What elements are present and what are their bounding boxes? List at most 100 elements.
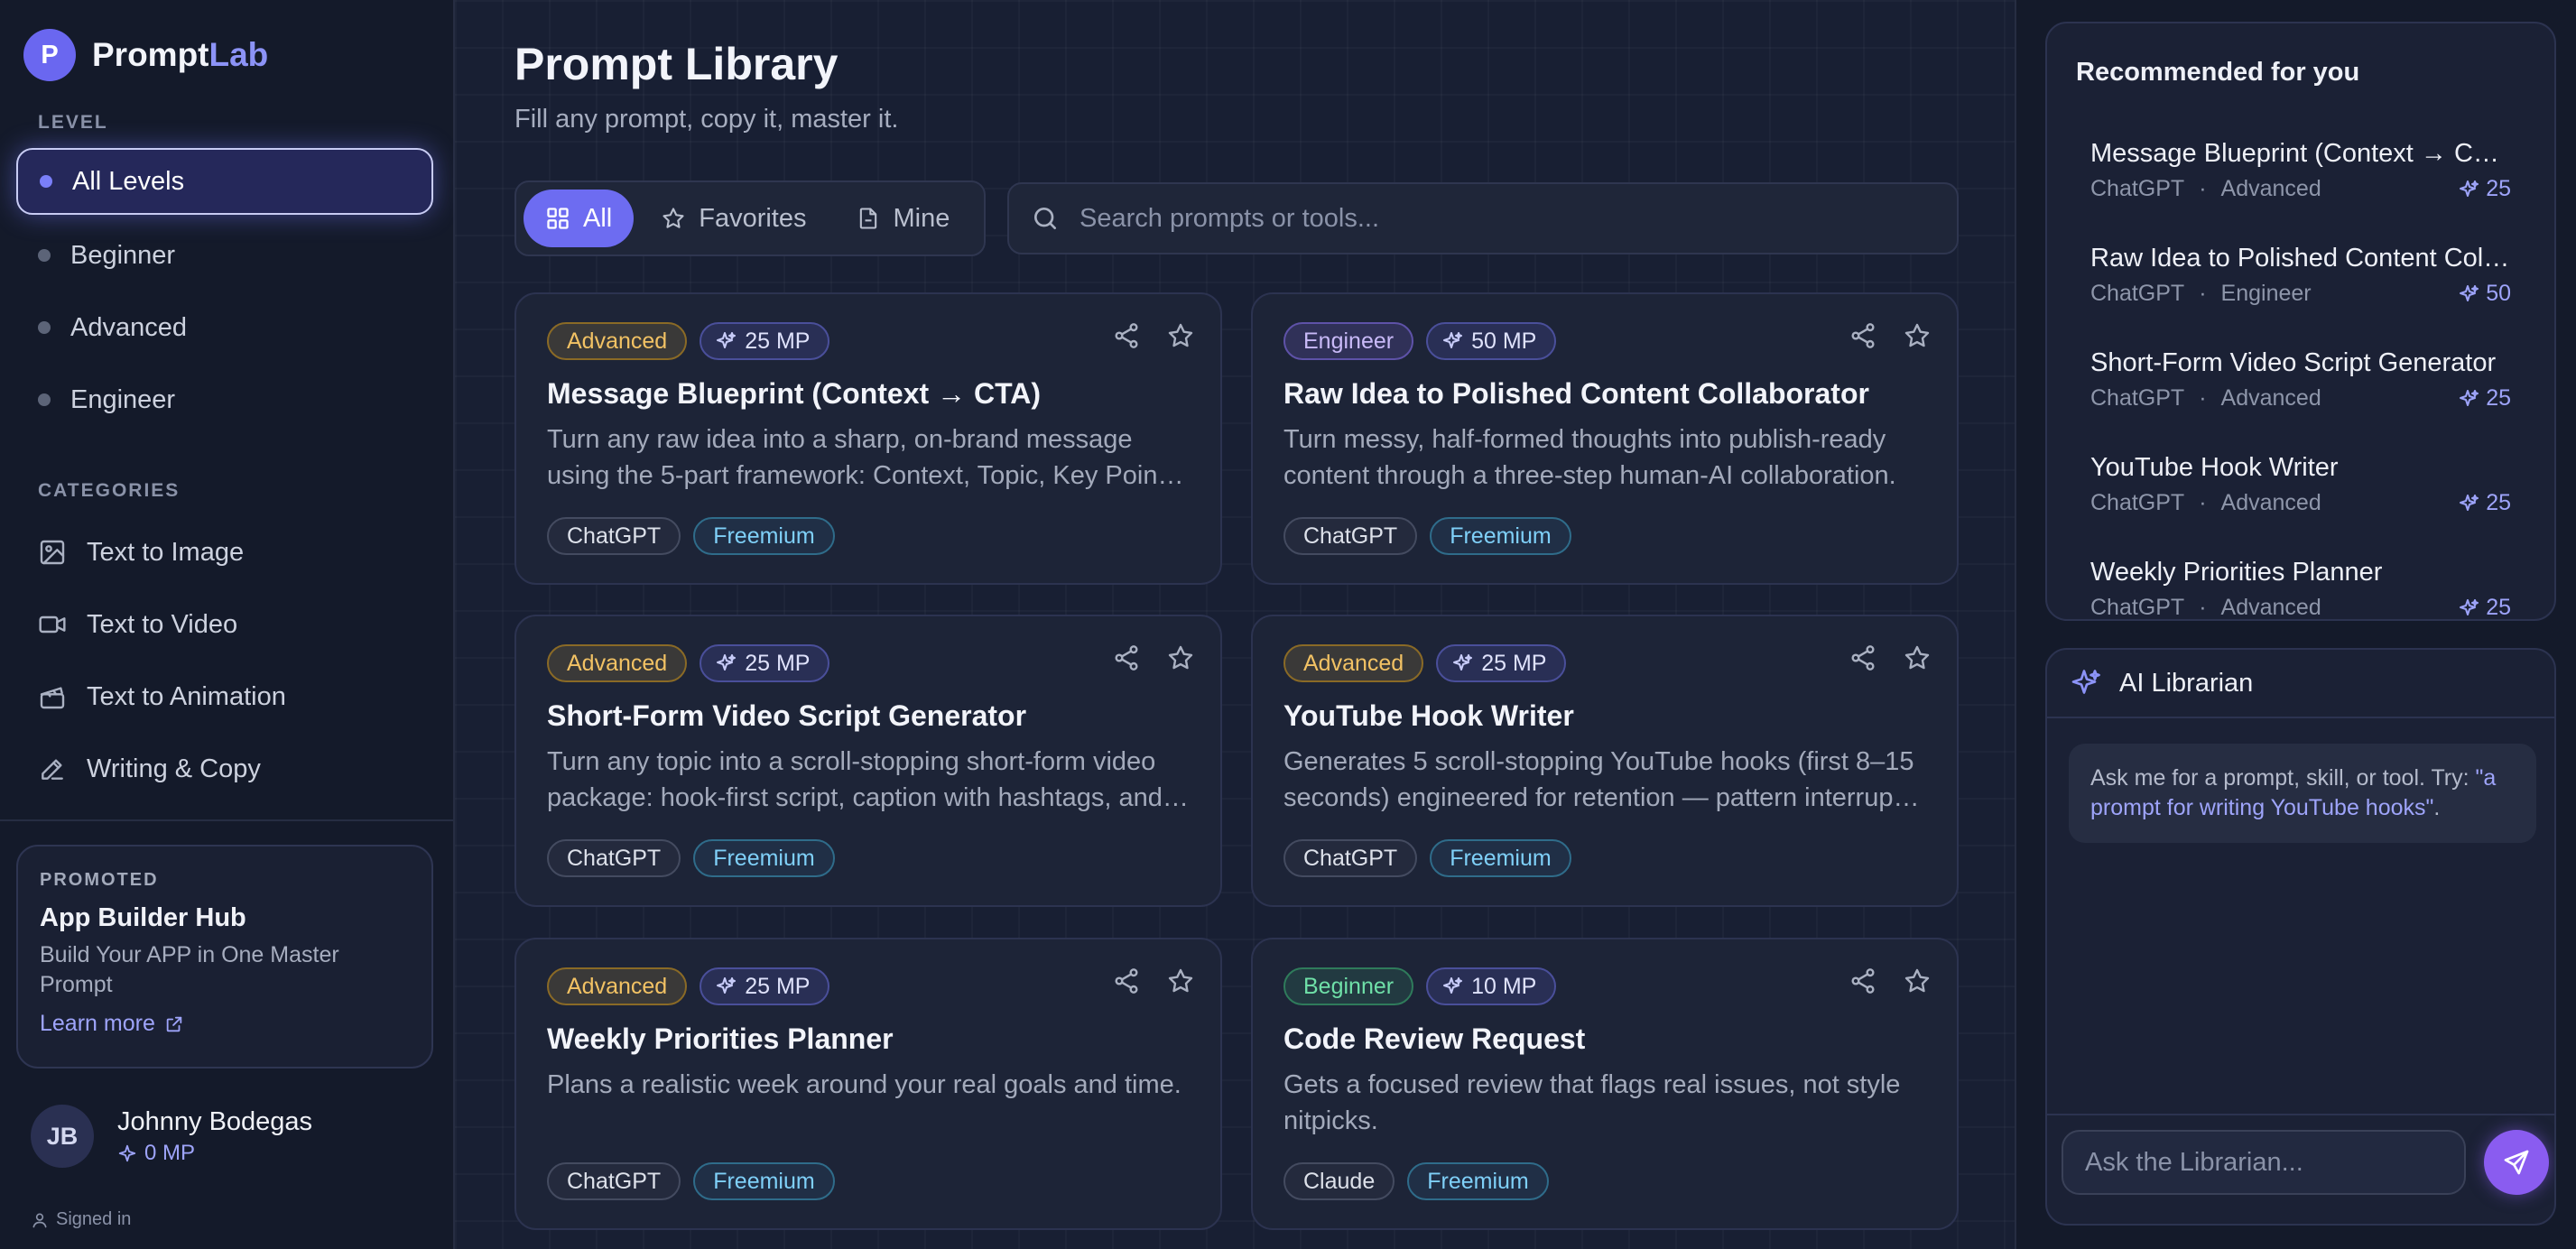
brand-logo: P — [23, 29, 76, 81]
librarian-input[interactable]: Ask the Librarian... — [2062, 1130, 2466, 1195]
card-title: Code Review Request — [1283, 1022, 1586, 1055]
sparkles-icon — [2459, 597, 2480, 619]
brand[interactable]: P PromptLab — [23, 29, 268, 81]
tab-mine[interactable]: Mine — [834, 190, 972, 247]
tool-tag: ChatGPT — [547, 1162, 681, 1200]
sparkles-icon — [2459, 388, 2480, 410]
recommended-item[interactable]: YouTube Hook Writer ChatGPT · Advanced 25 — [2090, 453, 2511, 516]
prompt-card[interactable]: Engineer 50 MP Raw Idea to Polished Conten… — [1251, 292, 1959, 585]
recommended-item-title: Message Blueprint (Context → CTA) — [2090, 139, 2511, 168]
sidebar-divider — [0, 819, 453, 821]
librarian-header: AI Librarian — [2047, 650, 2554, 718]
pricing-tag: Freemium — [1430, 517, 1571, 555]
level-badge: Advanced — [1283, 644, 1424, 682]
favorite-star-icon[interactable] — [1166, 643, 1195, 672]
card-badges: Advanced 25 MP — [547, 321, 1190, 361]
share-icon[interactable] — [1112, 643, 1141, 672]
mp-value: 25 — [2459, 595, 2511, 619]
prompt-card[interactable]: Advanced 25 MP Message Blueprint (Context … — [514, 292, 1222, 585]
tool-tag: ChatGPT — [1283, 839, 1418, 877]
promo-description: Build Your APP in One Master Prompt — [40, 942, 339, 997]
card-description: Plans a realistic week around your real … — [547, 1070, 1181, 1099]
sparkles-icon — [716, 330, 737, 352]
favorite-star-icon[interactable] — [1166, 967, 1195, 995]
recommended-item[interactable]: Short-Form Video Script Generator ChatGPT… — [2090, 348, 2511, 412]
share-icon[interactable] — [1849, 967, 1877, 995]
level-badge: Advanced — [547, 967, 688, 1005]
favorite-star-icon[interactable] — [1166, 321, 1195, 350]
file-icon — [856, 206, 881, 231]
mp-badge: 25 MP — [700, 967, 830, 1005]
recommended-title: Recommended for you — [2076, 58, 2360, 87]
recommended-item-title: Weekly Priorities Planner — [2090, 558, 2383, 587]
category-text-to-animation[interactable]: Text to Animation — [38, 670, 286, 724]
favorite-star-icon[interactable] — [1903, 643, 1932, 672]
send-button[interactable] — [2484, 1130, 2549, 1195]
recommended-item-meta: ChatGPT · Advanced 25 — [2090, 385, 2511, 411]
card-actions — [1112, 643, 1195, 672]
card-actions — [1112, 967, 1195, 995]
pricing-tag: Freemium — [1407, 1162, 1549, 1200]
librarian-input-row: Ask the Librarian... — [2047, 1114, 2554, 1224]
sparkles-icon — [1442, 330, 1464, 352]
share-icon[interactable] — [1112, 967, 1141, 995]
pricing-tag: Freemium — [693, 1162, 835, 1200]
share-icon[interactable] — [1849, 321, 1877, 350]
card-description: Turn any topic into a scroll-stopping sh… — [547, 747, 1163, 812]
pricing-tag: Freemium — [693, 517, 835, 555]
user-mp: 0 MP — [117, 1141, 312, 1166]
filter-tabs: All Favorites Mine — [514, 180, 986, 256]
clapperboard-icon — [38, 682, 67, 711]
share-icon[interactable] — [1112, 321, 1141, 350]
grid-icon — [545, 206, 570, 231]
recommended-item-meta: ChatGPT · Advanced 25 — [2090, 176, 2511, 201]
share-icon[interactable] — [1849, 643, 1877, 672]
recommended-item-title: YouTube Hook Writer — [2090, 453, 2339, 482]
promo-title: App Builder Hub — [40, 903, 246, 932]
promo-learn-more-link[interactable]: Learn more — [40, 1011, 410, 1037]
prompt-card[interactable]: Advanced 25 MP Weekly Priorities Planner Pl… — [514, 938, 1222, 1230]
card-tags: ChatGPT Freemium — [547, 517, 1190, 555]
category-text-to-image[interactable]: Text to Image — [38, 525, 244, 579]
category-writing-copy[interactable]: Writing & Copy — [38, 742, 261, 796]
favorite-star-icon[interactable] — [1903, 967, 1932, 995]
level-section-label: LEVEL — [38, 112, 108, 133]
card-tags: ChatGPT Freemium — [547, 839, 1190, 877]
recommended-item[interactable]: Weekly Priorities Planner ChatGPT · Advance… — [2090, 558, 2511, 619]
search-input[interactable]: Search prompts or tools... — [1007, 182, 1959, 254]
sparkle-icon — [117, 1143, 137, 1163]
level-item-advanced[interactable]: Advanced — [16, 294, 433, 361]
external-link-icon — [164, 1014, 184, 1034]
signed-in-status: Signed in — [31, 1209, 131, 1230]
card-tags: ChatGPT Freemium — [547, 1162, 1190, 1200]
level-item-beginner[interactable]: Beginner — [16, 222, 433, 289]
card-title: YouTube Hook Writer — [1283, 699, 1574, 732]
avatar: JB — [31, 1105, 94, 1168]
card-title: Short-Form Video Script Generator — [547, 699, 1027, 732]
card-description: Turn messy, half-formed thoughts into pu… — [1283, 425, 1896, 490]
ai-librarian-panel: AI Librarian Ask me for a prompt, skill,… — [2045, 648, 2556, 1226]
recommended-item[interactable]: Message Blueprint (Context → CTA) ChatGPT… — [2090, 139, 2511, 202]
recommended-item-meta: ChatGPT · Advanced 25 — [2090, 490, 2511, 515]
level-item-all[interactable]: All Levels — [16, 148, 433, 215]
librarian-message: Ask me for a prompt, skill, or tool. Try… — [2069, 744, 2536, 843]
recommended-item-title: Short-Form Video Script Generator — [2090, 348, 2497, 377]
prompt-card[interactable]: Beginner 10 MP Code Review Request Gets a f… — [1251, 938, 1959, 1230]
card-title: Raw Idea to Polished Content Collaborato… — [1283, 377, 1869, 410]
category-text-to-video[interactable]: Text to Video — [38, 597, 237, 652]
main-content: Prompt Library Fill any prompt, copy it,… — [455, 0, 2015, 1249]
level-item-engineer[interactable]: Engineer — [16, 366, 433, 433]
prompt-card[interactable]: Advanced 25 MP Short-Form Video Script Gen… — [514, 615, 1222, 907]
recommended-item-meta: ChatGPT · Engineer 50 — [2090, 281, 2511, 307]
tab-favorites[interactable]: Favorites — [639, 190, 828, 247]
tool-tag: Claude — [1283, 1162, 1395, 1200]
mp-badge: 50 MP — [1426, 322, 1557, 360]
mp-value: 50 — [2459, 281, 2511, 307]
favorite-star-icon[interactable] — [1903, 321, 1932, 350]
recommended-item[interactable]: Raw Idea to Polished Content Collaborato… — [2090, 244, 2511, 307]
user-profile[interactable]: JB Johnny Bodegas 0 MP — [31, 1105, 312, 1168]
sparkles-icon — [716, 976, 737, 997]
tab-all[interactable]: All — [524, 190, 635, 247]
sparkles-icon — [1442, 976, 1464, 997]
prompt-card[interactable]: Advanced 25 MP YouTube Hook Writer Generate… — [1251, 615, 1959, 907]
